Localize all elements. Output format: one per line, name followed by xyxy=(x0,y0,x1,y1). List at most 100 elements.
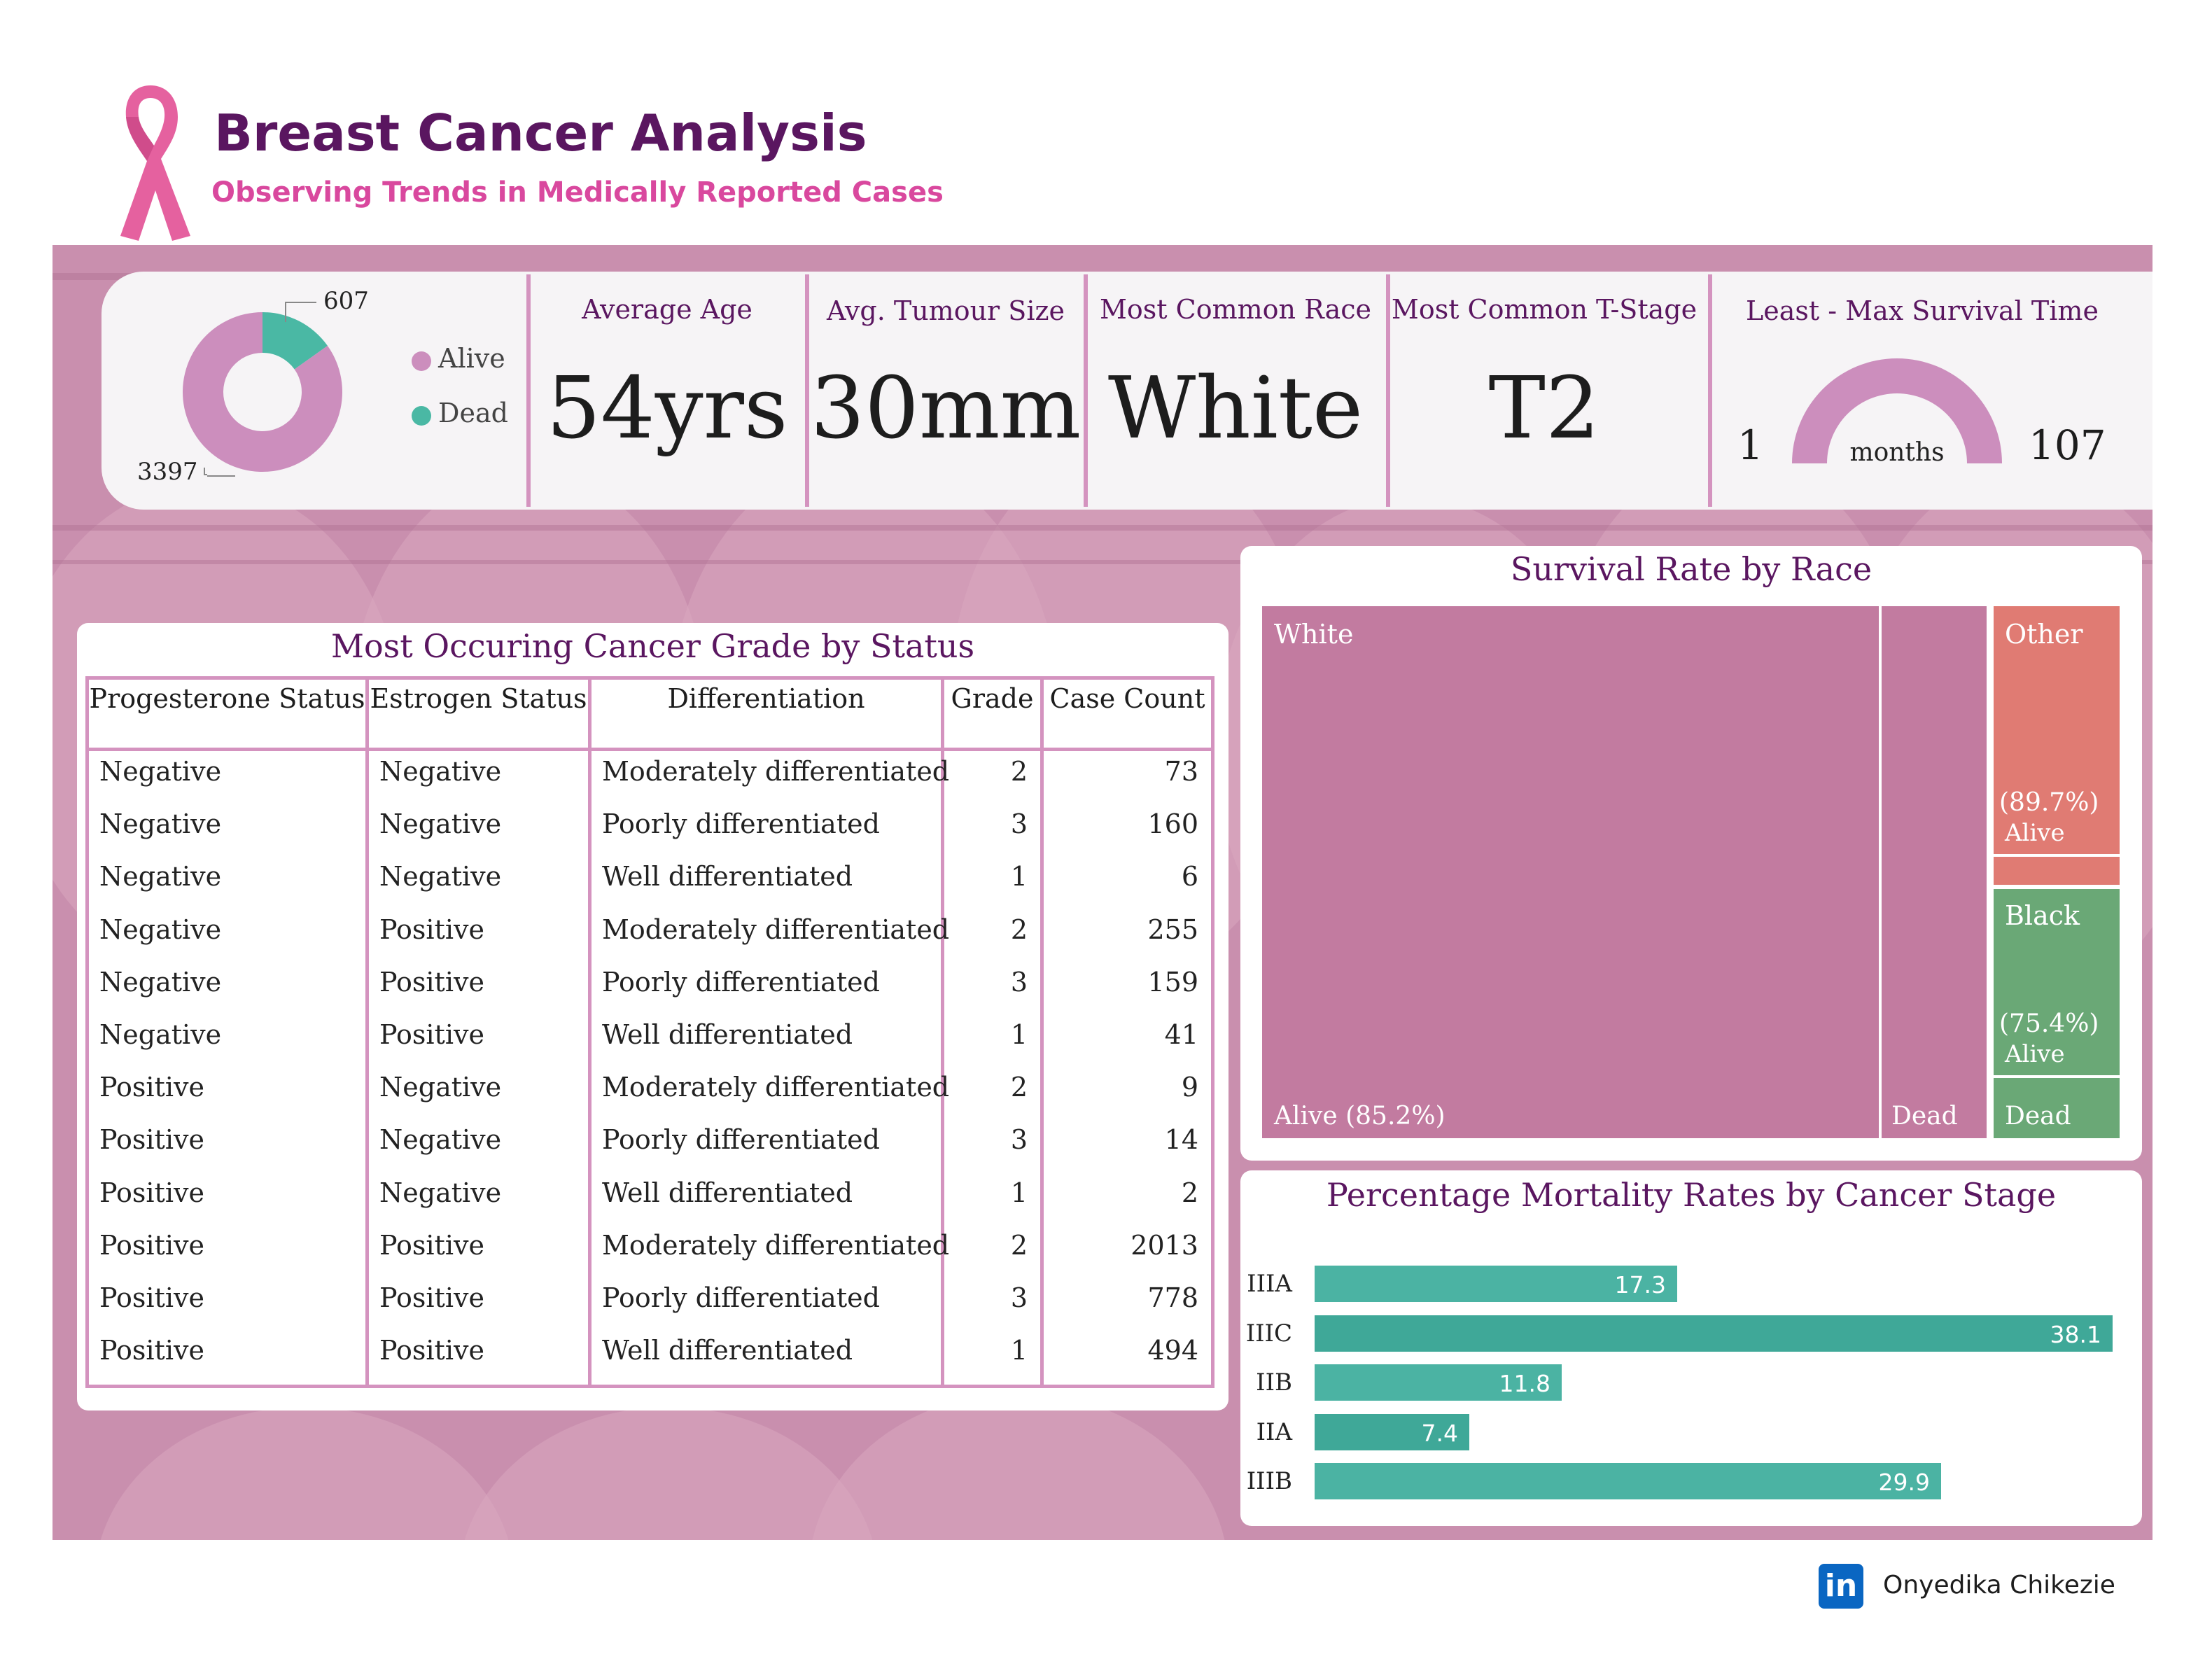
table-cell: Negative xyxy=(379,1124,502,1156)
table-cell: 3 xyxy=(1010,808,1028,840)
table-header-border xyxy=(85,748,1214,751)
table-cell: Negative xyxy=(379,756,502,787)
table-cell: Well differentiated xyxy=(602,1019,853,1050)
table-cell: 2 xyxy=(1010,1072,1028,1103)
table-cell: Positive xyxy=(379,1335,484,1366)
treemap-group-label: Black xyxy=(2005,900,2080,931)
table-cell: 2 xyxy=(1181,1177,1198,1208)
treemap-cell-label: Dead xyxy=(2005,1102,2071,1130)
table-cell: Poorly differentiated xyxy=(602,1124,880,1156)
gauge-max-value: 107 xyxy=(2029,421,2106,469)
table-cell: Poorly differentiated xyxy=(602,808,880,840)
table-cell: 2013 xyxy=(1130,1229,1198,1261)
table-cell: Well differentiated xyxy=(602,1177,853,1208)
table-cell: Negative xyxy=(379,808,502,840)
table-cell: Negative xyxy=(99,861,222,892)
treemap-cell-label: Alive xyxy=(2005,819,2065,847)
table-cell: Moderately differentiated xyxy=(602,913,950,945)
treemap-cell-label: Alive xyxy=(2005,1040,2065,1068)
table-cell: Positive xyxy=(379,1019,484,1050)
treemap-cell-label: (75.4%) xyxy=(1999,1009,2099,1038)
table-cell: Negative xyxy=(99,756,222,787)
author-name: Onyedika Chikezie xyxy=(1883,1571,2115,1600)
table-column-divider xyxy=(1211,676,1214,1385)
table-cell: Positive xyxy=(379,1282,484,1313)
table-cell: Moderately differentiated xyxy=(602,1229,950,1261)
table-column-divider xyxy=(588,676,592,1385)
bar-value-label: 29.9 xyxy=(1878,1469,1930,1496)
table-cell: 3 xyxy=(1010,966,1028,997)
gauge-unit: months xyxy=(1849,438,1945,467)
table-cell: 255 xyxy=(1147,913,1198,945)
table-header-cell[interactable]: Grade xyxy=(944,683,1040,714)
bar-value-label: 11.8 xyxy=(1499,1370,1550,1397)
table-cell: Negative xyxy=(379,1072,502,1103)
bar-category-label: IIIC xyxy=(1245,1319,1292,1348)
pink-ribbon-icon xyxy=(120,85,190,241)
table-cell: Positive xyxy=(99,1229,204,1261)
table-header-cell[interactable]: Estrogen Status xyxy=(369,683,588,714)
donut-alive-count: 3397 xyxy=(137,458,198,486)
page-title: Breast Cancer Analysis xyxy=(214,104,867,162)
table-cell: 1 xyxy=(1010,1177,1028,1208)
table-cell: Well differentiated xyxy=(602,861,853,892)
legend-alive-marker xyxy=(412,351,431,371)
treemap-cell-label: Dead xyxy=(1891,1102,1958,1130)
table-cell: 1 xyxy=(1010,1335,1028,1366)
table-cell: 2 xyxy=(1010,1229,1028,1261)
bar-iiic[interactable] xyxy=(1315,1315,2113,1352)
table-cell: 160 xyxy=(1147,808,1198,840)
table-cell: Negative xyxy=(99,1019,222,1050)
table-cell: Negative xyxy=(99,966,222,997)
most-common-race-value: White xyxy=(1107,358,1364,458)
survival-time-label: Least - Max Survival Time xyxy=(1746,295,2099,326)
table-cell: Negative xyxy=(379,1177,502,1208)
treemap-group-label: Other xyxy=(2005,619,2083,650)
page-subtitle: Observing Trends in Medically Reported C… xyxy=(211,176,944,209)
treemap-white-dead[interactable] xyxy=(1882,606,1987,1138)
avg-tumour-size-label: Avg. Tumour Size xyxy=(827,295,1065,326)
treemap-cell-label: Alive (85.2%) xyxy=(1274,1102,1446,1130)
table-cell: Poorly differentiated xyxy=(602,1282,880,1313)
table-cell: Positive xyxy=(99,1282,204,1313)
table-header-cell[interactable]: Differentiation xyxy=(592,683,941,714)
table-header-cell[interactable]: Case Count xyxy=(1044,683,1211,714)
table-cell: 2 xyxy=(1010,756,1028,787)
table-cell: 778 xyxy=(1147,1282,1198,1313)
table-cell: Negative xyxy=(99,913,222,945)
legend-dead-marker xyxy=(412,406,431,426)
treemap-white-alive[interactable] xyxy=(1262,606,1879,1138)
treemap-other-dead[interactable] xyxy=(1994,857,2120,885)
avg-age-label: Average Age xyxy=(582,294,752,325)
bar-iiib[interactable] xyxy=(1315,1463,1941,1499)
legend-alive-label: Alive xyxy=(438,343,505,374)
linkedin-icon[interactable]: in xyxy=(1819,1564,1863,1609)
bar-value-label: 38.1 xyxy=(2050,1320,2101,1348)
table-column-divider xyxy=(365,676,369,1385)
table-cell: 1 xyxy=(1010,1019,1028,1050)
treemap-group-label: White xyxy=(1274,619,1354,650)
table-cell: 1 xyxy=(1010,861,1028,892)
table-cell: Poorly differentiated xyxy=(602,966,880,997)
bar-value-label: 7.4 xyxy=(1421,1419,1458,1447)
bar-category-label: IIIB xyxy=(1246,1467,1292,1495)
avg-tumour-size-value: 30mm xyxy=(810,358,1082,458)
table-cell: 3 xyxy=(1010,1124,1028,1156)
table-cell: Positive xyxy=(99,1177,204,1208)
most-common-tstage-value: T2 xyxy=(1488,358,1600,458)
bar-category-label: IIB xyxy=(1256,1368,1292,1396)
table-cell: 159 xyxy=(1147,966,1198,997)
bar-value-label: 17.3 xyxy=(1614,1271,1666,1298)
table-cell: 6 xyxy=(1181,861,1198,892)
donut-dead-count: 607 xyxy=(323,287,369,315)
table-cell: Negative xyxy=(379,861,502,892)
table-cell: 494 xyxy=(1147,1335,1198,1366)
table-cell: Moderately differentiated xyxy=(602,756,950,787)
table-bottom-border xyxy=(85,1385,1214,1388)
bar-chart-title: Percentage Mortality Rates by Cancer Sta… xyxy=(1326,1176,2057,1214)
treemap-cell-label: (89.7%) xyxy=(1999,788,2099,817)
treemap-title: Survival Rate by Race xyxy=(1510,550,1872,588)
table-cell: 2 xyxy=(1010,913,1028,945)
table-header-cell[interactable]: Progesterone Status xyxy=(89,683,365,714)
most-common-race-label: Most Common Race xyxy=(1100,294,1371,325)
